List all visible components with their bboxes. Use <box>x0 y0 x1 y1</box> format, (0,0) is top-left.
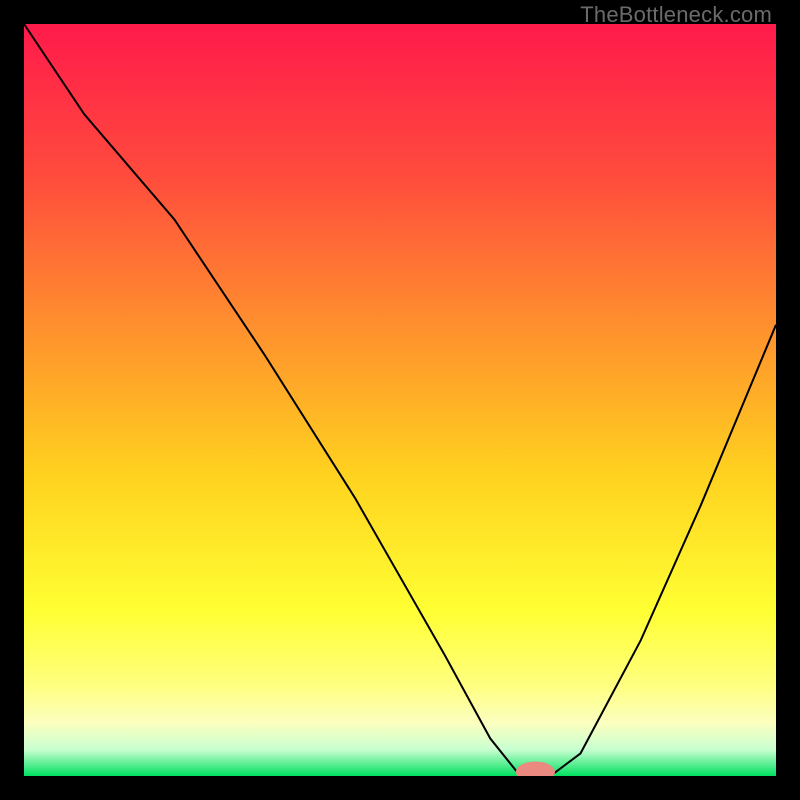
chart-frame <box>24 24 776 776</box>
bottleneck-chart <box>24 24 776 776</box>
chart-background <box>24 24 776 776</box>
